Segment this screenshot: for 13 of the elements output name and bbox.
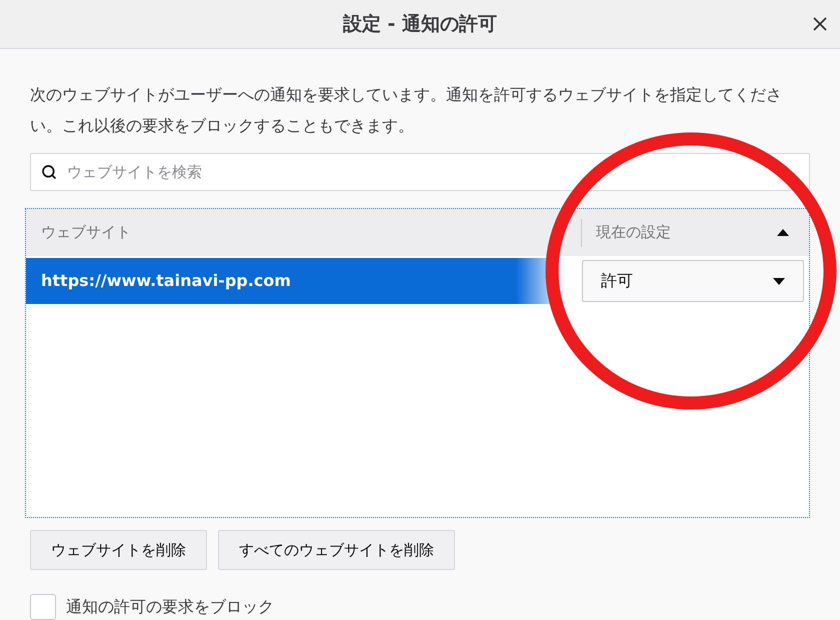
website-url: https://www.tainavi-pp.com: [40, 270, 292, 292]
description-text: 次のウェブサイトがユーザーへの通知を要求しています。通知を許可するウェブサイトを指定してください。これ以後の要求をブロックすることもできます。: [30, 84, 783, 137]
column-header[interactable]: ウェブサイト: [26, 209, 581, 256]
column-header[interactable]: 現在の設定: [582, 209, 809, 256]
caret-icon: [773, 278, 785, 284]
remove-button[interactable]: すべてのウェブサイトを削除: [218, 530, 455, 570]
search-field[interactable]: ウェブサイトを検索: [30, 153, 810, 191]
search-icon: [41, 164, 57, 180]
remove-button[interactable]: ウェブサイトを削除: [30, 530, 207, 570]
checkbox-label: 通知の許可の要求をブロック: [66, 596, 274, 618]
permission-dropdown[interactable]: 許可: [582, 260, 804, 302]
checkbox[interactable]: [30, 594, 56, 620]
window-title: 設定 - 通知の許可: [342, 12, 498, 37]
